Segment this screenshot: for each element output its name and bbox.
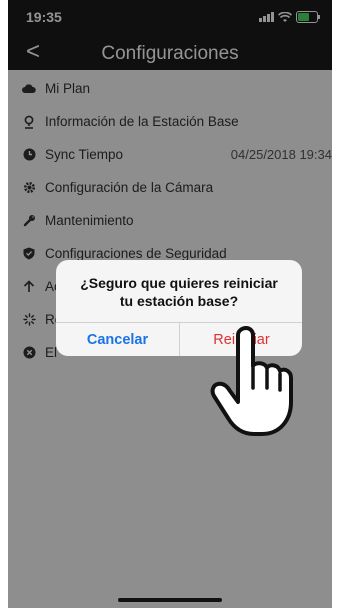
dialog-message-line2: tu estación base? (119, 293, 239, 309)
home-indicator (118, 598, 222, 602)
cancel-button[interactable]: Cancelar (56, 323, 179, 356)
pointing-hand-icon (210, 326, 293, 436)
phone-screen: 19:35 < Configuraciones Mi Plan Informac… (8, 0, 332, 608)
dialog-message: ¿Seguro que quieres reiniciar tu estació… (56, 274, 302, 310)
dialog-message-line1: ¿Seguro que quieres reiniciar (80, 275, 278, 291)
